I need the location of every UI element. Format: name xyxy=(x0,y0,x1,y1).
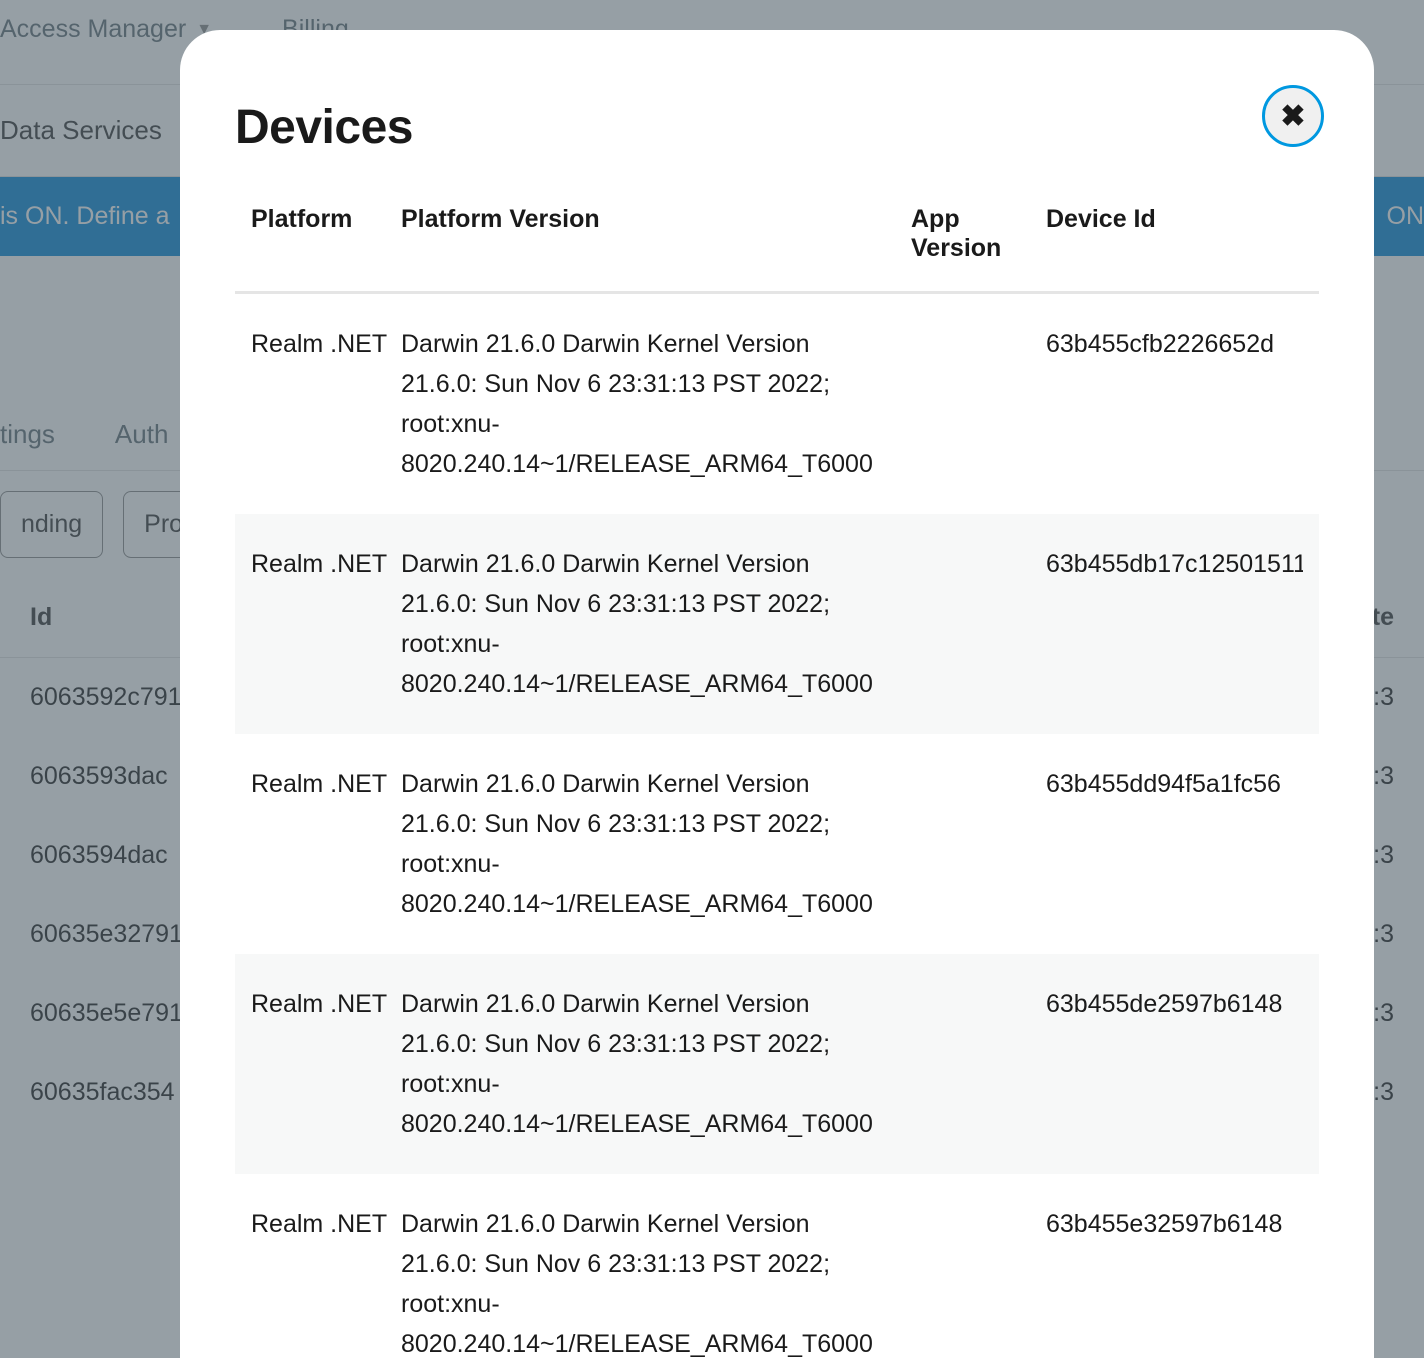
col-platform-header: Platform xyxy=(251,205,401,263)
col-device-id-header: Device Id xyxy=(1046,205,1303,263)
cell-platform: Realm .NET xyxy=(251,324,401,484)
table-row: Realm .NET Darwin 21.6.0 Darwin Kernel V… xyxy=(235,514,1319,734)
cell-app-version xyxy=(911,764,1046,924)
devices-table: Platform Platform Version App Version De… xyxy=(235,205,1319,1358)
col-platform-version-header: Platform Version xyxy=(401,205,911,263)
cell-platform: Realm .NET xyxy=(251,544,401,704)
table-row: Realm .NET Darwin 21.6.0 Darwin Kernel V… xyxy=(235,954,1319,1174)
col-app-version-header: App Version xyxy=(911,205,1046,263)
cell-platform-version: Darwin 21.6.0 Darwin Kernel Version 21.6… xyxy=(401,544,911,704)
cell-platform-version: Darwin 21.6.0 Darwin Kernel Version 21.6… xyxy=(401,984,911,1144)
cell-app-version xyxy=(911,544,1046,704)
cell-platform: Realm .NET xyxy=(251,1204,401,1358)
cell-app-version xyxy=(911,324,1046,484)
cell-device-id: 63b455de2597b6148 xyxy=(1046,984,1303,1144)
table-row: Realm .NET Darwin 21.6.0 Darwin Kernel V… xyxy=(235,1174,1319,1358)
cell-app-version xyxy=(911,1204,1046,1358)
modal-title: Devices xyxy=(235,100,1319,155)
close-icon: ✖ xyxy=(1280,99,1305,134)
cell-platform-version: Darwin 21.6.0 Darwin Kernel Version 21.6… xyxy=(401,764,911,924)
table-header: Platform Platform Version App Version De… xyxy=(235,205,1319,294)
devices-modal: ✖ Devices Platform Platform Version App … xyxy=(180,30,1374,1358)
cell-platform-version: Darwin 21.6.0 Darwin Kernel Version 21.6… xyxy=(401,324,911,484)
cell-platform: Realm .NET xyxy=(251,764,401,924)
cell-device-id: 63b455db17c12501511 xyxy=(1046,544,1303,704)
cell-platform: Realm .NET xyxy=(251,984,401,1144)
cell-app-version xyxy=(911,984,1046,1144)
cell-device-id: 63b455dd94f5a1fc56 xyxy=(1046,764,1303,924)
table-row: Realm .NET Darwin 21.6.0 Darwin Kernel V… xyxy=(235,294,1319,514)
cell-device-id: 63b455cfb2226652d xyxy=(1046,324,1303,484)
close-button[interactable]: ✖ xyxy=(1262,85,1324,147)
cell-device-id: 63b455e32597b6148 xyxy=(1046,1204,1303,1358)
cell-platform-version: Darwin 21.6.0 Darwin Kernel Version 21.6… xyxy=(401,1204,911,1358)
table-row: Realm .NET Darwin 21.6.0 Darwin Kernel V… xyxy=(235,734,1319,954)
